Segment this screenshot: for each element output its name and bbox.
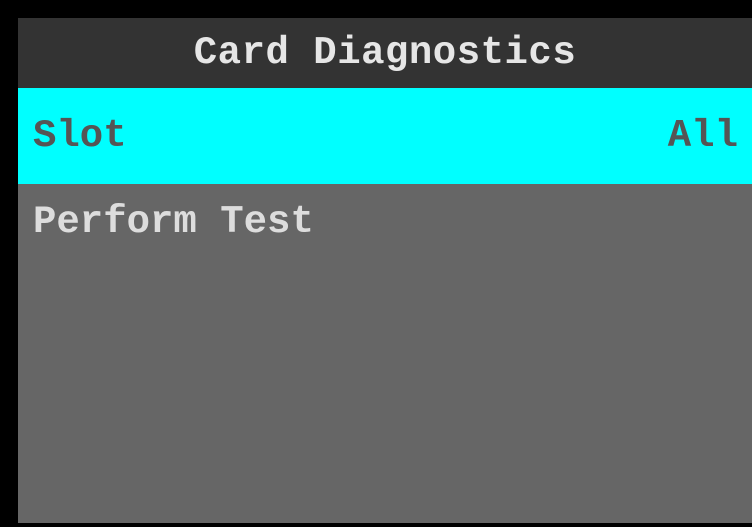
menu-item-slot-value: All bbox=[667, 114, 738, 158]
menu-item-perform-test[interactable]: Perform Test bbox=[18, 184, 752, 266]
menu-item-slot[interactable]: Slot All bbox=[18, 88, 752, 184]
device-screen-frame: Card Diagnostics Slot All Perform Test bbox=[0, 0, 752, 527]
menu-item-perform-test-label: Perform Test bbox=[33, 200, 314, 244]
menu-item-slot-label: Slot bbox=[33, 114, 127, 158]
screen-title: Card Diagnostics bbox=[193, 31, 577, 75]
screen-title-bar: Card Diagnostics bbox=[18, 18, 752, 88]
menu-screen: Card Diagnostics Slot All Perform Test bbox=[18, 18, 752, 523]
